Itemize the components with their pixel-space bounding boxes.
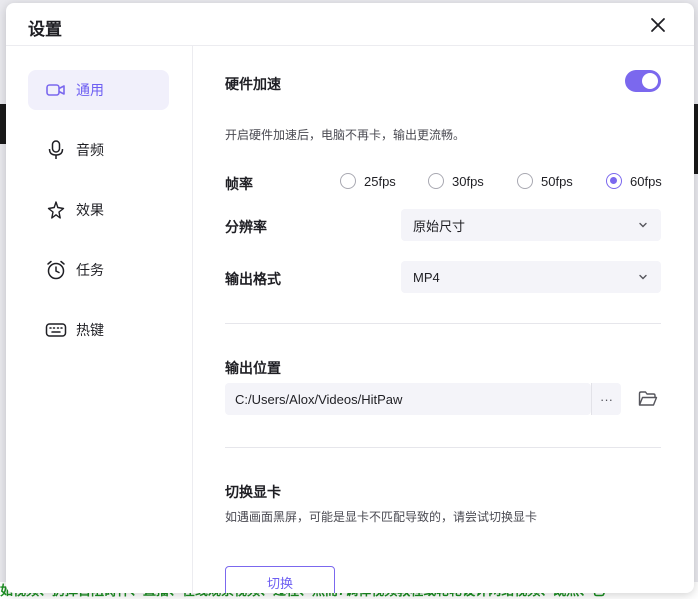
chevron-down-icon	[639, 222, 647, 228]
gpu-title: 切换显卡	[225, 484, 281, 500]
radio-label: 50fps	[541, 173, 573, 189]
close-button[interactable]	[648, 15, 668, 35]
radio-circle	[340, 173, 356, 189]
framerate-option-60[interactable]: 60fps	[606, 173, 662, 189]
format-select[interactable]: MP4	[401, 261, 661, 293]
browse-more-button[interactable]: ···	[591, 383, 621, 415]
sidebar-item-tasks[interactable]: 任务	[28, 250, 169, 290]
sidebar-item-audio[interactable]: 音频	[28, 130, 169, 170]
resolution-value: 原始尺寸	[413, 218, 466, 234]
radio-circle	[606, 173, 622, 189]
framerate-option-50[interactable]: 50fps	[517, 173, 573, 189]
general-settings-panel: 硬件加速 开启硬件加速后，电脑不再卡，输出更流畅。 帧率 25fps 30fps…	[194, 46, 694, 593]
format-title: 输出格式	[225, 271, 281, 287]
switch-gpu-button[interactable]: 切换	[225, 566, 335, 593]
output-path-field[interactable]: C:/Users/Alox/Videos/HitPaw	[225, 383, 591, 415]
resolution-select[interactable]: 原始尺寸	[401, 209, 661, 241]
framerate-title: 帧率	[225, 176, 253, 192]
alarm-clock-icon	[45, 259, 67, 281]
sidebar-item-label: 任务	[76, 262, 104, 278]
keyboard-icon	[45, 319, 67, 341]
close-icon	[651, 18, 665, 32]
sidebar-item-general[interactable]: 通用	[28, 70, 169, 110]
settings-dialog: 设置 通用 音频 效果 任务 热键 硬件加速 开启硬件加速后，电脑不再卡，输出更…	[6, 3, 694, 593]
radio-label: 25fps	[364, 173, 396, 189]
framerate-option-30[interactable]: 30fps	[428, 173, 484, 189]
output-title: 输出位置	[225, 360, 281, 376]
chevron-down-icon	[639, 274, 647, 280]
output-path-value: C:/Users/Alox/Videos/HitPaw	[235, 391, 403, 407]
sidebar-item-label: 音频	[76, 142, 104, 158]
settings-sidebar: 通用 音频 效果 任务 热键	[6, 46, 193, 593]
dialog-header: 设置	[6, 3, 694, 46]
sidebar-item-label: 热键	[76, 322, 104, 338]
dialog-title: 设置	[28, 20, 62, 39]
sidebar-item-label: 效果	[76, 202, 104, 218]
hw-accel-toggle[interactable]	[625, 70, 661, 92]
radio-circle	[517, 173, 533, 189]
hw-accel-description: 开启硬件加速后，电脑不再卡，输出更流畅。	[225, 128, 466, 142]
toggle-knob	[642, 73, 658, 89]
open-folder-button[interactable]	[638, 390, 658, 408]
hw-accel-title: 硬件加速	[225, 76, 281, 92]
more-label: ···	[600, 391, 613, 407]
divider	[225, 447, 661, 448]
sidebar-item-hotkeys[interactable]: 热键	[28, 310, 169, 350]
folder-icon	[638, 391, 658, 406]
gpu-description: 如遇画面黑屏，可能是显卡不匹配导致的，请尝试切换显卡	[225, 510, 538, 524]
resolution-title: 分辨率	[225, 219, 267, 235]
sidebar-item-effects[interactable]: 效果	[28, 190, 169, 230]
framerate-option-25[interactable]: 25fps	[340, 173, 396, 189]
radio-label: 30fps	[452, 173, 484, 189]
sidebar-item-label: 通用	[76, 82, 104, 98]
background-dark-strip-right	[694, 104, 698, 174]
radio-label: 60fps	[630, 173, 662, 189]
format-value: MP4	[413, 269, 440, 285]
divider	[225, 323, 661, 324]
microphone-icon	[45, 139, 67, 161]
video-camera-icon	[45, 79, 67, 101]
sparkle-icon	[45, 199, 67, 221]
radio-circle	[428, 173, 444, 189]
